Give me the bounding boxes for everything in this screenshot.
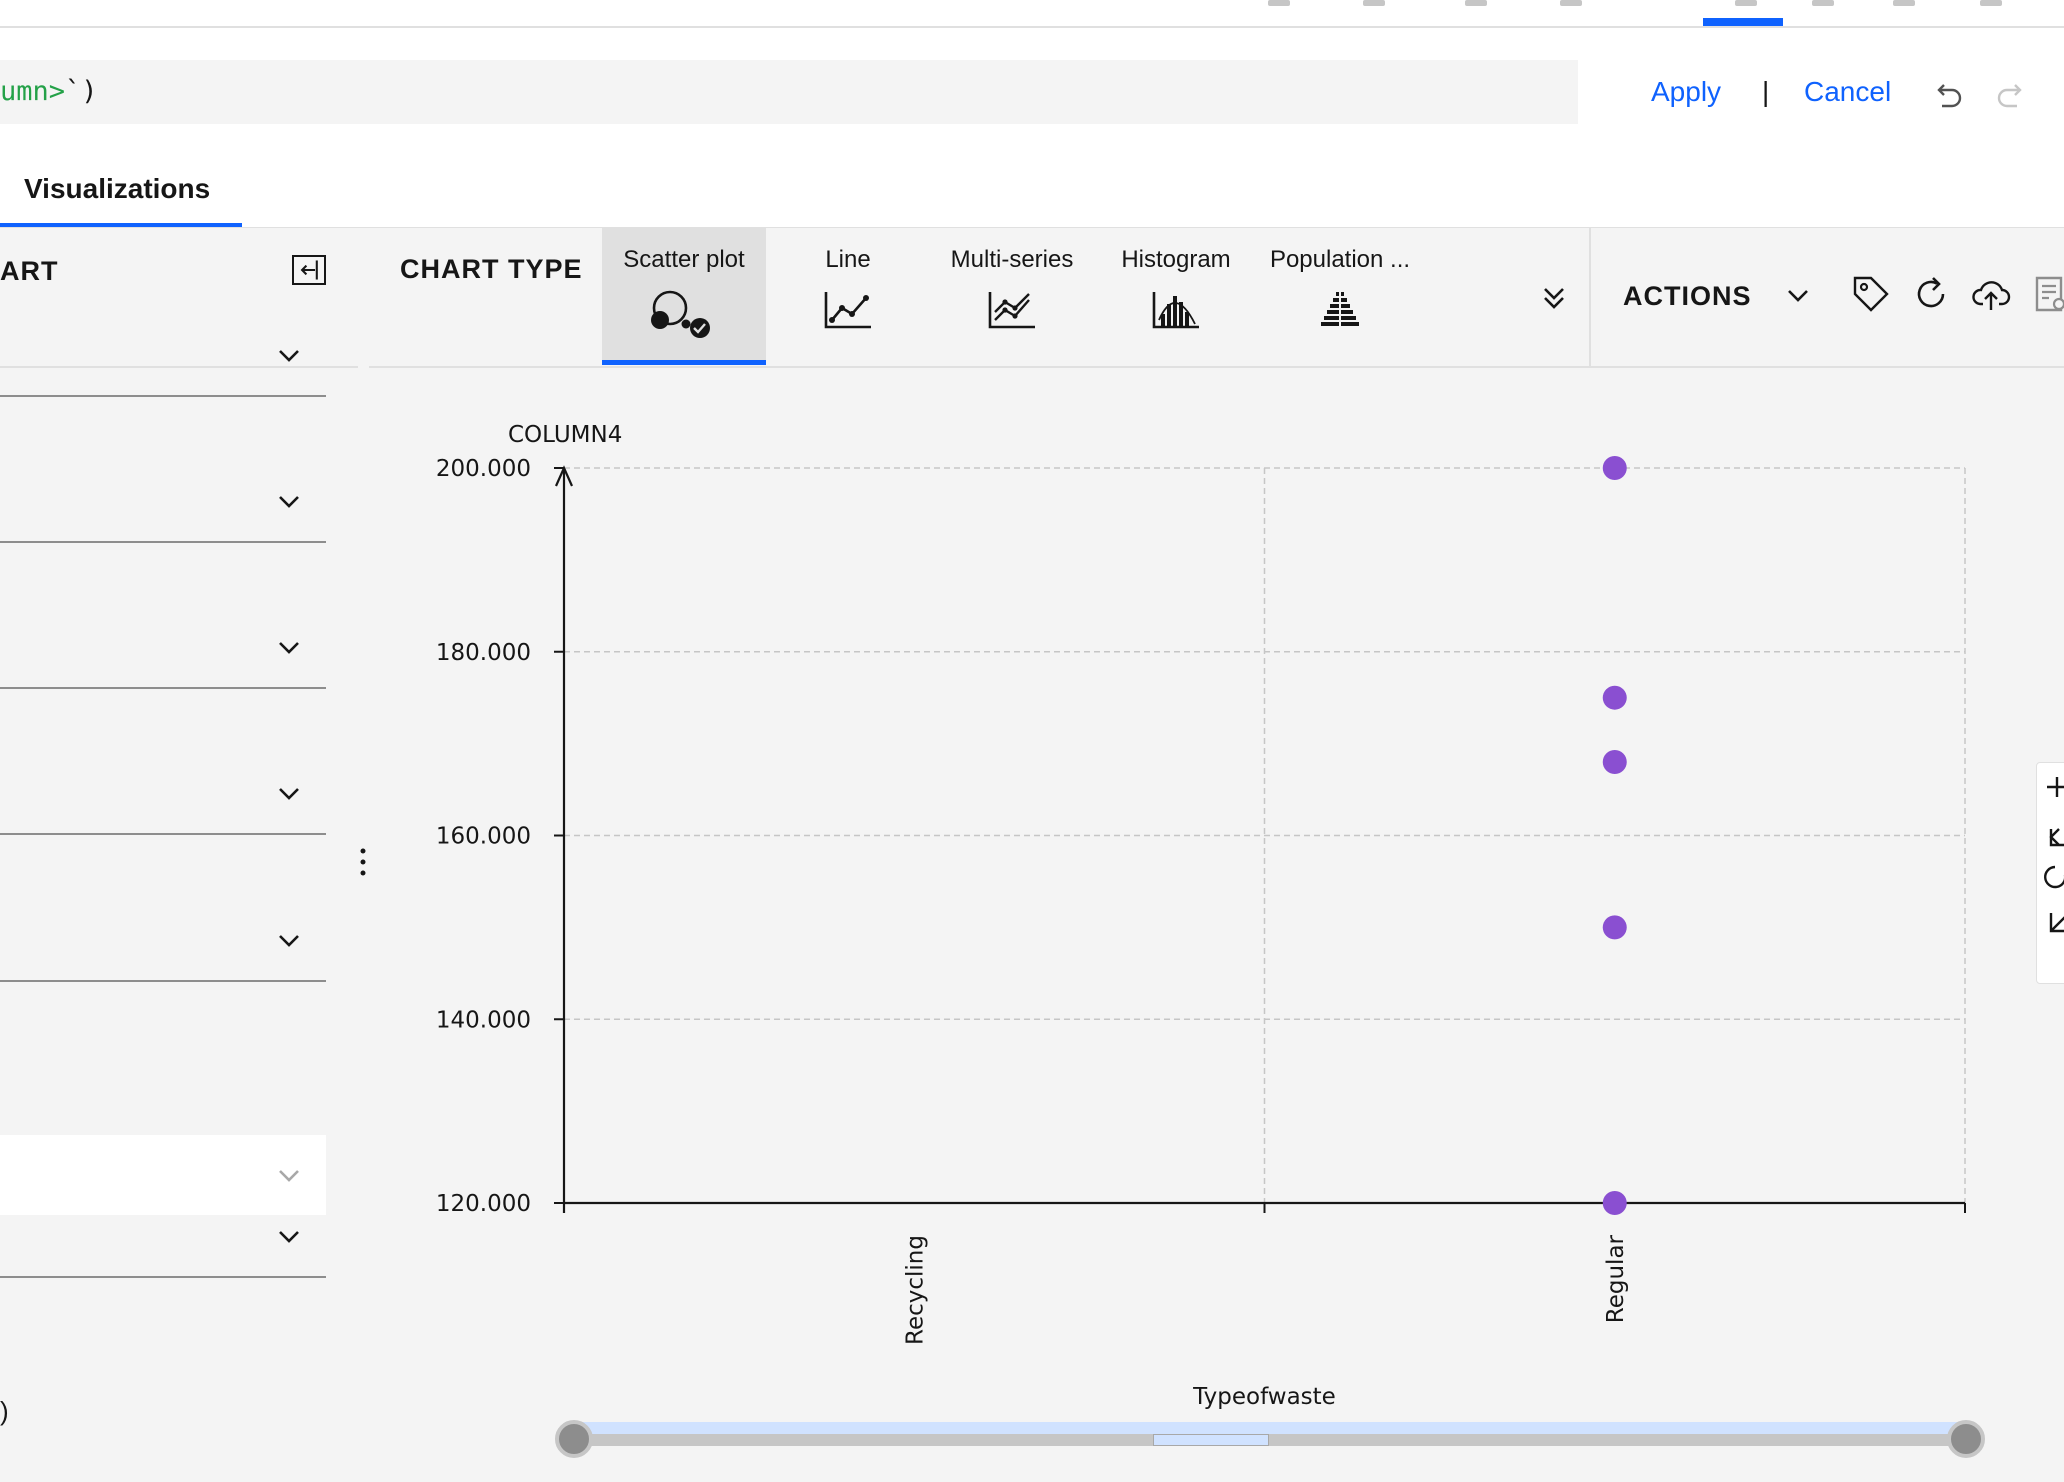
data-point [1602,750,1627,774]
panel-title: ART [0,256,59,286]
slider-left-handle[interactable] [555,1420,593,1458]
chart-type-label-text: Histogram [1121,246,1231,273]
redo-icon[interactable] [1993,78,2029,114]
y-tick-label: 180.000 [436,640,531,666]
tabs-row: Visualizations [0,151,2064,228]
chart-settings-panel: ART ) [0,228,360,1482]
x-tick-label: Recycling [902,1235,928,1345]
settings-dropdown[interactable] [0,315,326,397]
y-tick-label: 160.000 [436,824,531,850]
expression-input[interactable]: umn>`) [0,60,1578,124]
chart-type-label-text: Multi-series [950,246,1074,273]
cancel-button[interactable]: Cancel [1804,76,1891,108]
slider-right-handle[interactable] [1947,1420,1985,1458]
refresh-icon[interactable] [1911,274,1951,314]
y-tick-label: 140.000 [436,1007,531,1033]
actions-label[interactable]: ACTIONS [1623,281,1752,312]
expression-bar: umn>`) Apply | Cancel [0,28,2064,151]
chevron-down-icon [279,1231,299,1243]
report-preview-icon[interactable] [2031,274,2064,314]
settings-dropdown[interactable] [0,607,326,689]
toolbar-icon[interactable] [1465,0,1487,6]
population-pyramid-icon [1321,290,1359,328]
toolbar-icon[interactable] [1893,0,1915,6]
toolbar-icon[interactable] [1560,0,1582,6]
chevron-down-icon [279,935,299,947]
toolbar-icon[interactable] [1268,0,1290,6]
upload-cloud-icon[interactable] [1971,274,2011,314]
chart-type-label-text: Scatter plot [623,246,745,273]
toolbar-icon[interactable] [1980,0,2002,6]
expression-code: umn> [0,76,66,107]
y-tick-label: 200.000 [436,456,531,482]
range-slider[interactable] [555,1420,1985,1458]
expression-code-suffix: `) [65,76,98,107]
x-axis-title: Typeofwaste [1192,1384,1336,1410]
chart-type-label: CHART TYPE [400,254,583,284]
collapse-panel-icon[interactable] [292,255,326,285]
action-separator: | [1762,76,1770,107]
settings-dropdown[interactable] [0,753,326,835]
chart-type-multi-series[interactable]: Multi-series [930,228,1094,365]
settings-dropdown[interactable] [0,900,326,982]
chart-type-label-text: Population ... [1269,246,1411,273]
settings-dropdown[interactable] [0,461,326,543]
settings-dropdown[interactable] [0,1196,326,1278]
chevron-down-icon [279,496,299,508]
chevron-double-down-icon[interactable] [1540,284,1568,312]
apply-button[interactable]: Apply [1651,76,1721,108]
chevron-down-icon[interactable] [1786,288,1810,304]
y-axis-title: COLUMN4 [508,422,622,448]
panel-resize-divider[interactable] [358,228,369,1482]
undo-icon[interactable] [1930,78,1966,114]
toolbar-icon[interactable] [1735,0,1757,6]
multi-series-icon [988,292,1035,329]
data-point [1602,456,1627,480]
histogram-icon [1152,292,1199,329]
drag-handle-icon[interactable] [360,848,366,878]
data-point [1602,1191,1627,1215]
scatter-chart[interactable]: 120.000 140.000 160.000 180.000 200.000 COLUM… [369,367,2064,1482]
data-point [1602,685,1627,710]
toolbar-separator [1589,228,1591,366]
scatter-plot-icon [651,290,710,338]
toolbar-icon[interactable] [1363,0,1385,6]
chevron-down-icon [279,350,299,362]
chevron-down-icon [279,1170,299,1182]
panel-trailing-text: ) [0,1396,9,1426]
chart-type-label-text: Line [825,246,871,273]
chart-type-scatter-plot[interactable]: Scatter plot [602,228,766,365]
chart-type-line[interactable]: Line [766,228,930,365]
zoom-toolbar [2036,762,2064,984]
top-toolbar [0,0,2064,28]
tag-icon[interactable] [1851,274,1891,314]
x-tick-label: Regular [1603,1234,1629,1323]
chevron-down-icon [279,788,299,800]
zoom-tools-icons[interactable] [2037,763,2064,983]
chart-type-population[interactable]: Population ... [1258,228,1422,365]
y-tick-label: 120.000 [436,1191,531,1217]
line-chart-icon [824,292,871,329]
chart-type-toolbar: CHART TYPE Scatter plot Line Multi-serie… [369,228,2064,368]
data-point [1602,915,1627,940]
tab-visualizations-label: Visualizations [24,173,211,204]
chart-type-histogram[interactable]: Histogram [1094,228,1258,365]
chart-area: 120.000 140.000 160.000 180.000 200.000 COLUM… [369,367,2064,1482]
active-top-tab-indicator [1703,18,1783,26]
slider-window[interactable] [1153,1434,1269,1446]
slider-track-highlight [565,1422,1965,1434]
toolbar-icon[interactable] [1812,0,1834,6]
tab-visualizations[interactable]: Visualizations [0,151,242,227]
chevron-down-icon [279,642,299,654]
